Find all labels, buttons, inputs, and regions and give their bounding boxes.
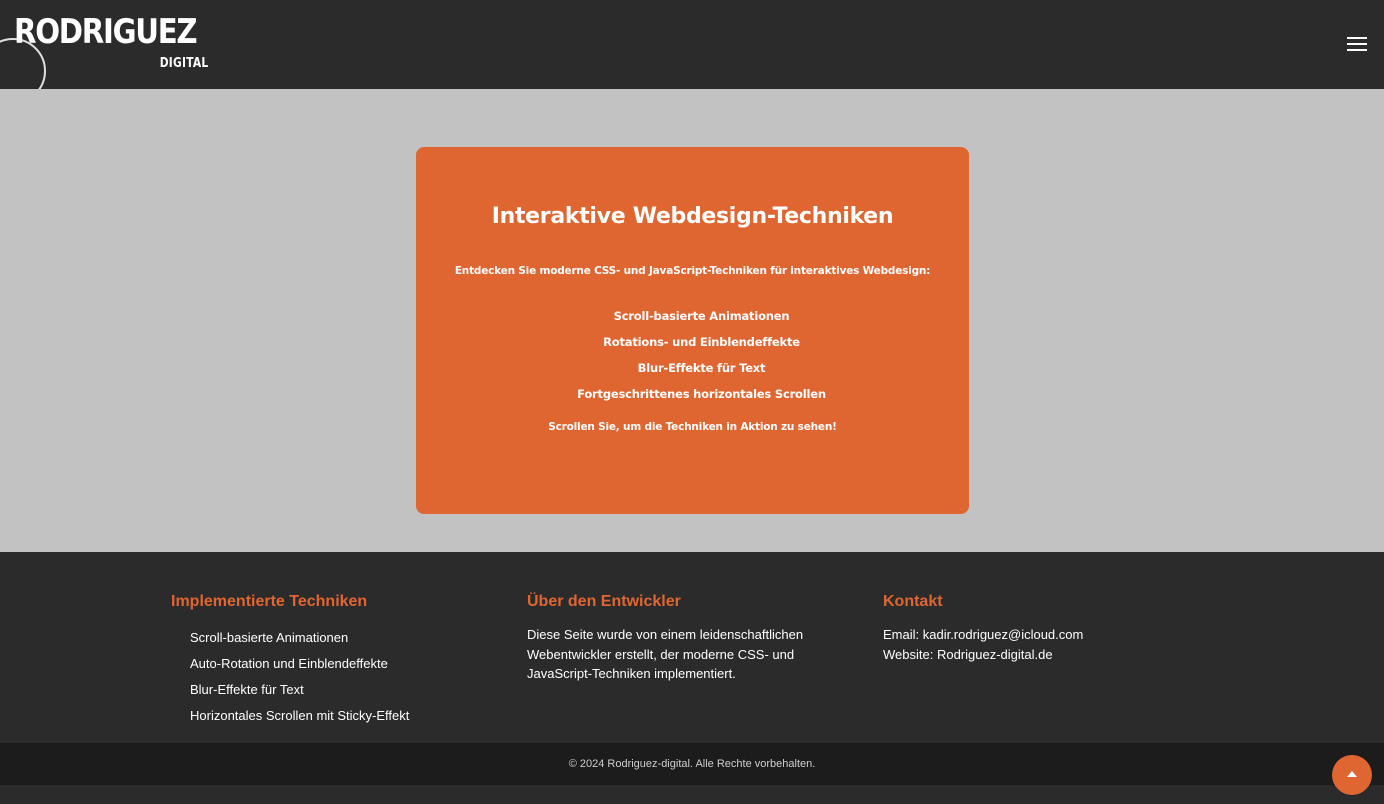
list-item: Rotations- und Einblendeffekte xyxy=(603,335,800,349)
footer-techniques: Implementierte Techniken Scroll-basierte… xyxy=(171,592,501,729)
contact-website: Website: Rodriguez-digital.de xyxy=(883,645,1183,665)
footer-heading-about: Über den Entwickler xyxy=(527,593,681,610)
footer-contact: Kontakt Email: kadir.rodriguez@icloud.co… xyxy=(883,592,1183,665)
about-text: Diese Seite wurde von einem leidenschaft… xyxy=(527,627,804,681)
list-item: Scroll-basierte Animationen xyxy=(613,309,790,323)
bottom-strip xyxy=(0,785,1384,804)
list-item: Auto-Rotation und Einblendeffekte xyxy=(190,656,388,671)
scroll-hint: Scrollen Sie, um die Techniken in Aktion… xyxy=(548,421,837,433)
back-to-top-button[interactable] xyxy=(1332,755,1372,795)
list-item: Blur-Effekte für Text xyxy=(190,682,304,697)
hamburger-menu-icon[interactable] xyxy=(1344,33,1370,55)
email-label: Email: xyxy=(883,627,923,642)
site-footer: Implementierte Techniken Scroll-basierte… xyxy=(0,552,1384,743)
website-label: Website: xyxy=(883,647,937,662)
website-link[interactable]: Rodriguez-digital.de xyxy=(937,647,1053,662)
list-item: Scroll-basierte Animationen xyxy=(190,630,349,645)
hero-section: Interaktive Webdesign-Techniken Entdecke… xyxy=(0,89,1384,552)
list-item: Fortgeschrittenes horizontales Scrollen xyxy=(577,387,826,401)
intro-card: Interaktive Webdesign-Techniken Entdecke… xyxy=(416,147,969,514)
contact-email: Email: kadir.rodriguez@icloud.com xyxy=(883,625,1183,645)
list-item: Blur-Effekte für Text xyxy=(637,361,766,375)
arrow-up-icon xyxy=(1347,771,1357,777)
footer-technique-list: Scroll-basierte Animationen Auto-Rotatio… xyxy=(190,625,501,729)
site-header: RODRIGUEZ DIGITAL xyxy=(0,0,1384,104)
footer-about: Über den Entwickler Diese Seite wurde vo… xyxy=(527,592,847,684)
footer-heading-contact: Kontakt xyxy=(883,593,943,610)
list-item: Horizontales Scrollen mit Sticky-Effekt xyxy=(190,708,410,723)
copyright-text: © 2024 Rodriguez-digital. Alle Rechte vo… xyxy=(568,758,816,770)
footer-heading-techniques: Implementierte Techniken xyxy=(171,593,368,610)
logo-subtitle: DIGITAL xyxy=(159,56,208,71)
copyright-bar: © 2024 Rodriguez-digital. Alle Rechte vo… xyxy=(0,743,1384,785)
logo-wordmark: RODRIGUEZ xyxy=(14,12,198,52)
hero-subtitle: Entdecken Sie moderne CSS- und JavaScrip… xyxy=(454,265,931,277)
hero-title: Interaktive Webdesign-Techniken xyxy=(491,204,894,229)
technique-list: Scroll-basierte Animationen Rotations- u… xyxy=(416,307,969,411)
email-link[interactable]: kadir.rodriguez@icloud.com xyxy=(923,627,1084,642)
